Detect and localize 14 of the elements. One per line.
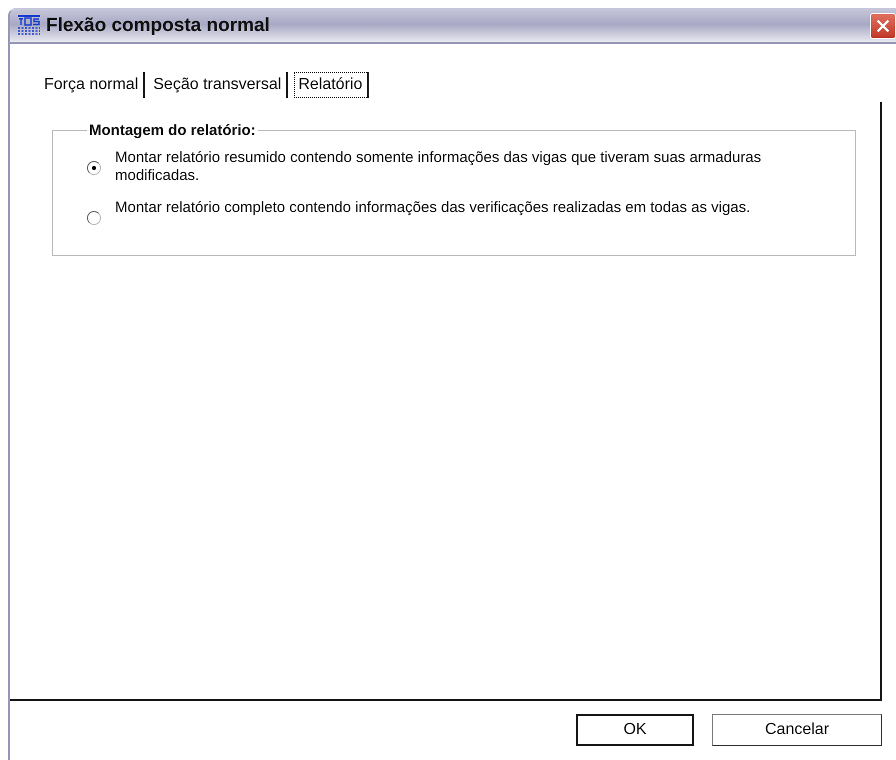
radio-button[interactable] bbox=[87, 211, 101, 225]
group-title: Montagem do relatório: bbox=[88, 122, 257, 139]
tab[interactable]: Seção transversal bbox=[151, 72, 288, 98]
close-button[interactable] bbox=[870, 13, 896, 39]
dialog-button[interactable]: Cancelar bbox=[712, 714, 882, 746]
window-title: Flexão composta normal bbox=[46, 15, 270, 37]
option-label: Montar relatório resumido contendo somente informações das vigas que tiveram suas armaduras modificadas. bbox=[115, 149, 762, 185]
logo-icon bbox=[18, 15, 40, 37]
close-icon bbox=[874, 17, 892, 35]
dialog-button[interactable]: OK bbox=[576, 714, 694, 746]
radio-button[interactable] bbox=[87, 161, 101, 175]
tab[interactable]: Força normal bbox=[42, 72, 146, 98]
tab[interactable]: Relatório bbox=[294, 72, 370, 98]
option-label: Montar relatório completo contendo informações das verificações realizadas em todas as vigas. bbox=[115, 199, 750, 217]
